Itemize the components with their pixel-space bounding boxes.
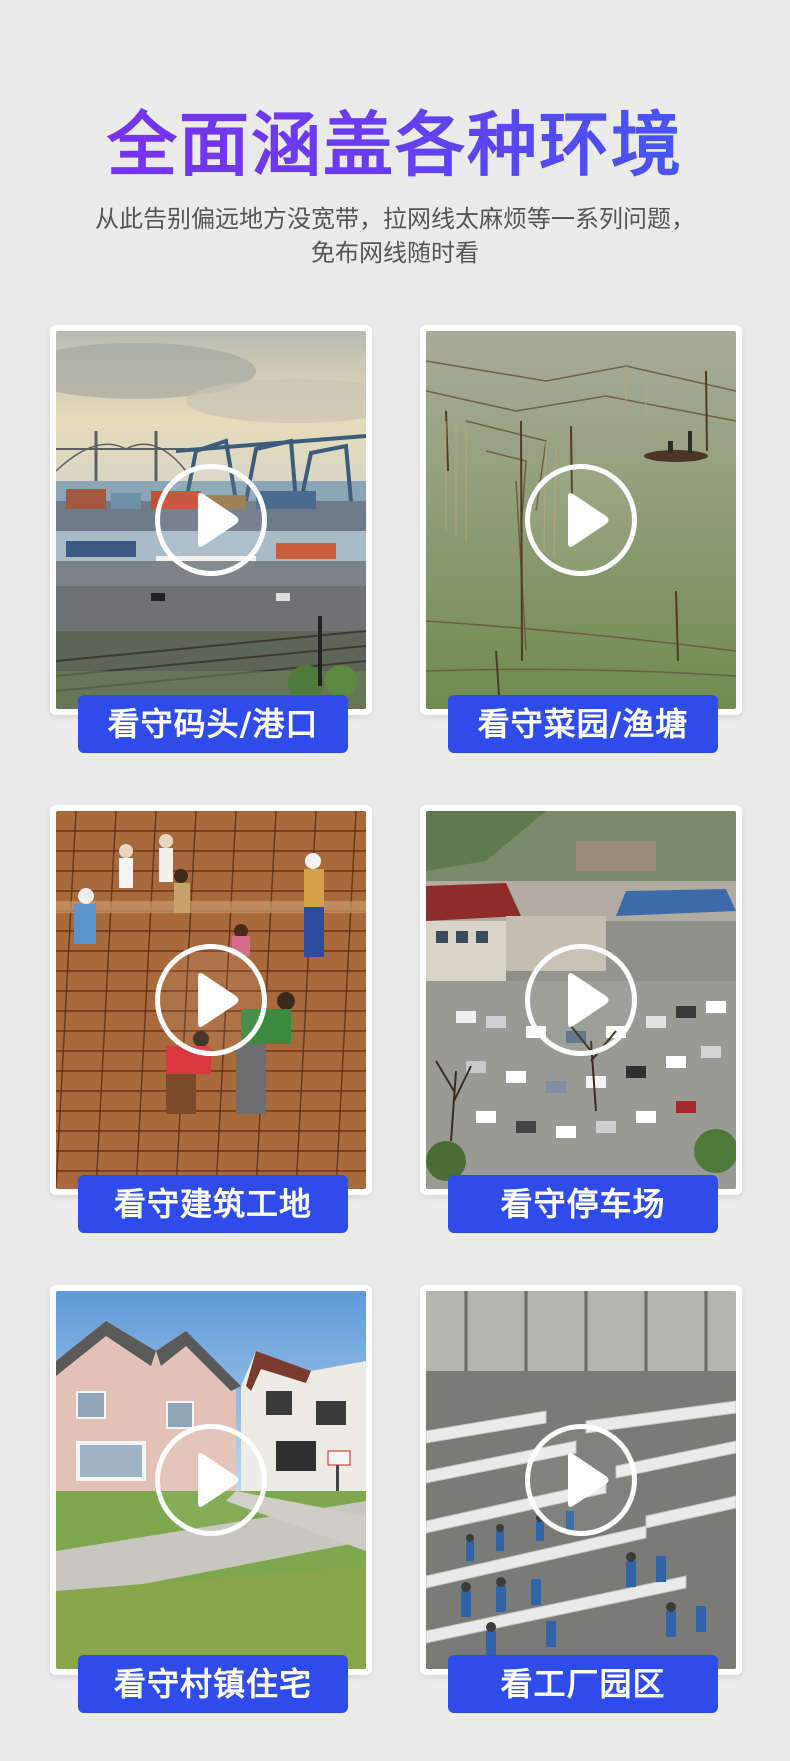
card-label: 看守菜园/渔塘 <box>448 695 718 753</box>
scene-card-construction[interactable]: 看守建筑工地 <box>50 805 372 1233</box>
play-icon <box>198 1453 239 1507</box>
houses-photo <box>56 1291 366 1669</box>
scene-card-fishpond[interactable]: 看守菜园/渔塘 <box>420 325 742 753</box>
scene-card-houses[interactable]: 看守村镇住宅 <box>50 1285 372 1713</box>
card-label: 看守停车场 <box>448 1175 718 1233</box>
play-button[interactable] <box>525 944 637 1056</box>
parking-photo <box>426 811 736 1189</box>
page-subtitle: 从此告别偏远地方没宽带，拉网线太麻烦等一系列问题，免布网线随时看 <box>95 205 695 267</box>
card-label: 看守村镇住宅 <box>78 1655 348 1713</box>
play-button[interactable] <box>525 1424 637 1536</box>
play-icon <box>568 1453 609 1507</box>
factory-photo <box>426 1291 736 1669</box>
port-photo <box>56 331 366 709</box>
play-icon <box>198 493 239 547</box>
scene-card-factory[interactable]: 看工厂园区 <box>420 1285 742 1713</box>
fishpond-photo <box>426 331 736 709</box>
play-icon <box>568 493 609 547</box>
card-label: 看工厂园区 <box>448 1655 718 1713</box>
play-icon <box>198 973 239 1027</box>
card-label: 看守码头/港口 <box>78 695 348 753</box>
play-button[interactable] <box>155 1424 267 1536</box>
scene-card-port[interactable]: 看守码头/港口 <box>50 325 372 753</box>
play-button[interactable] <box>155 944 267 1056</box>
page: 全面涵盖各种环境 从此告别偏远地方没宽带，拉网线太麻烦等一系列问题，免布网线随时… <box>0 0 790 1761</box>
card-label: 看守建筑工地 <box>78 1175 348 1233</box>
scene-card-parking[interactable]: 看守停车场 <box>420 805 742 1233</box>
play-button[interactable] <box>525 464 637 576</box>
construction-photo <box>56 811 366 1189</box>
page-title: 全面涵盖各种环境 <box>0 100 790 190</box>
play-button[interactable] <box>155 464 267 576</box>
play-icon <box>568 973 609 1027</box>
